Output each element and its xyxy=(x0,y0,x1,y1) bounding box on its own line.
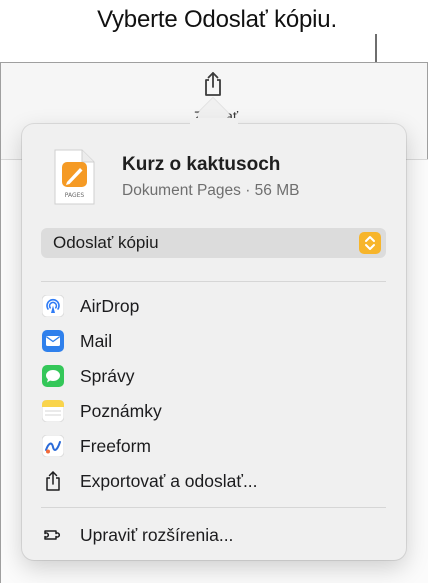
share-option-label: AirDrop xyxy=(80,296,140,316)
send-mode-select[interactable]: Odoslať kópiu xyxy=(41,228,386,258)
mail-icon xyxy=(42,330,64,352)
pages-document-icon: PAGES xyxy=(52,148,96,206)
share-button[interactable] xyxy=(199,70,227,98)
extensions-icon xyxy=(42,524,64,546)
document-title: Kurz o kaktusoch xyxy=(122,154,281,175)
edit-extensions-item[interactable]: Upraviť rozšírenia... xyxy=(42,522,382,550)
share-option-label: Mail xyxy=(80,331,113,351)
share-option-label: Poznámky xyxy=(80,401,162,421)
chevron-updown-icon[interactable] xyxy=(359,232,381,254)
share-option-airdrop[interactable]: AirDrop xyxy=(41,293,382,321)
export-icon xyxy=(42,470,64,492)
separator xyxy=(41,281,386,282)
edit-extensions-label: Upraviť rozšírenia... xyxy=(80,525,234,545)
share-option-label: Freeform xyxy=(80,436,151,456)
share-option-messages[interactable]: Správy xyxy=(42,363,382,391)
share-icon xyxy=(205,72,221,96)
share-option-mail[interactable]: Mail xyxy=(42,328,382,356)
share-option-freeform[interactable]: Freeform xyxy=(41,433,382,461)
airdrop-icon xyxy=(41,294,65,318)
share-option-label: Exportovať a odoslať... xyxy=(80,471,258,491)
document-icon-caption: PAGES xyxy=(65,192,85,199)
share-option-notes[interactable]: Poznámky xyxy=(41,398,382,426)
callout-text: Vyberte Odoslať kópiu. xyxy=(97,6,337,33)
messages-icon xyxy=(42,365,64,387)
send-mode-value: Odoslať kópiu xyxy=(53,233,159,252)
notes-icon xyxy=(41,399,65,423)
separator xyxy=(41,507,386,508)
share-option-label: Správy xyxy=(80,366,135,386)
document-subtitle: Dokument Pages · 56 MB xyxy=(122,182,300,199)
freeform-icon xyxy=(41,434,65,458)
share-option-export[interactable]: Exportovať a odoslať... xyxy=(42,468,382,496)
